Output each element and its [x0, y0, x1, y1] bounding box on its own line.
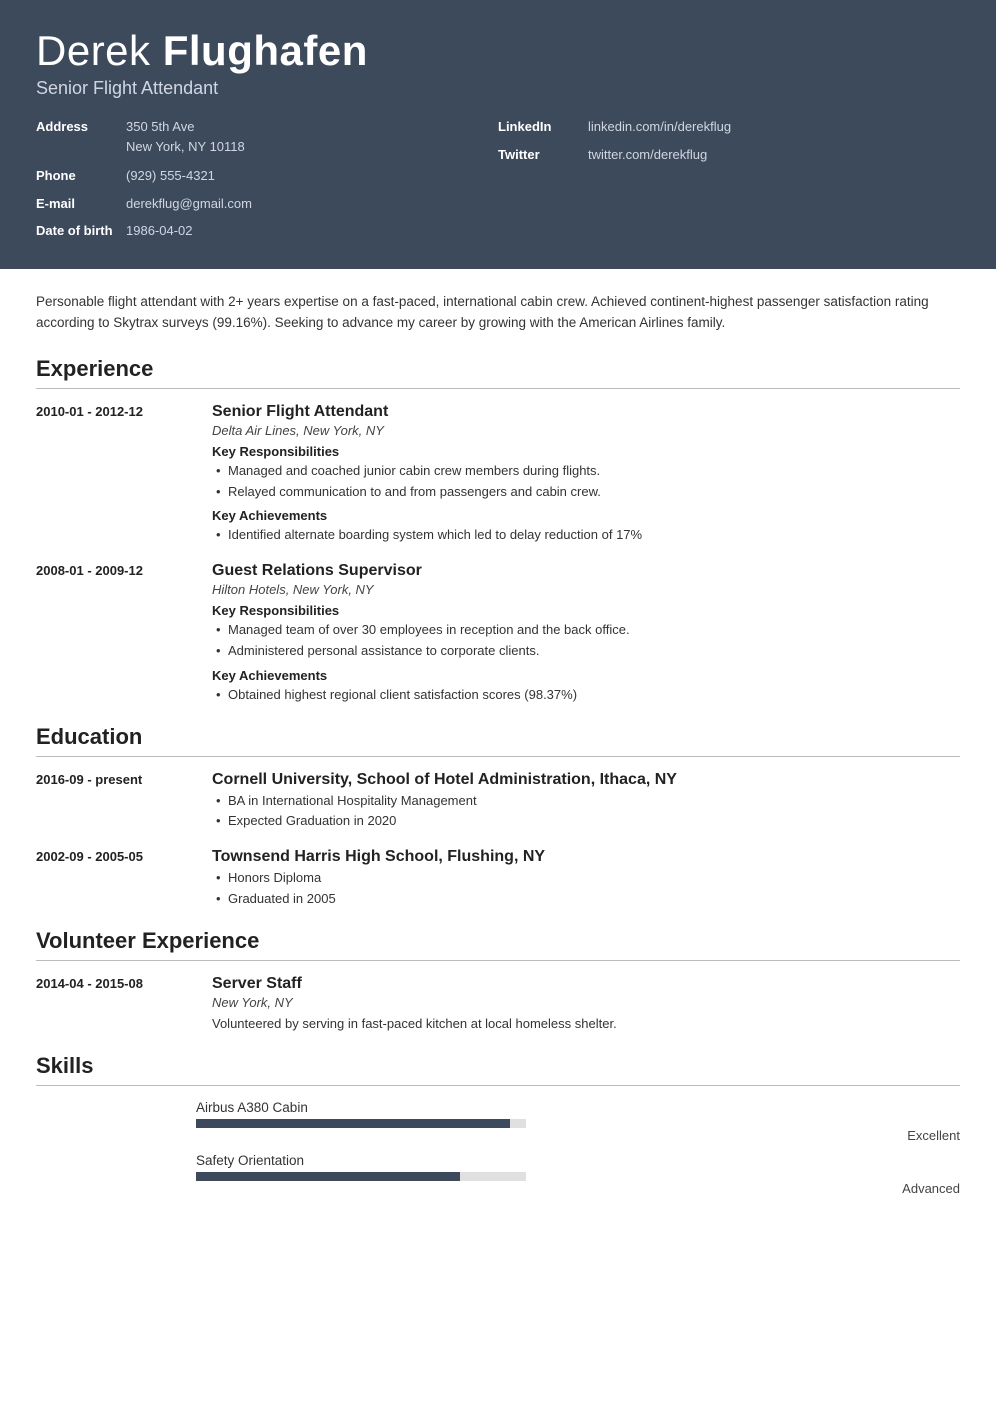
education-section: Education 2016-09 - present Cornell Univ…: [36, 724, 960, 910]
skill-item-1: Safety Orientation Advanced: [36, 1153, 960, 1196]
dob-label: Date of birth: [36, 221, 126, 241]
exp-resp-label-0: Key Responsibilities: [212, 444, 960, 459]
skill-fill-0: [196, 1119, 510, 1128]
twitter-value: twitter.com/derekflug: [588, 145, 707, 165]
skill-track-1: [196, 1172, 526, 1181]
vol-date-0: 2014-04 - 2015-08: [36, 975, 196, 1035]
exp-title-0: Senior Flight Attendant: [212, 403, 960, 421]
exp-content-1: Guest Relations Supervisor Hilton Hotels…: [212, 562, 960, 705]
exp-ach-list-1: Obtained highest regional client satisfa…: [212, 685, 960, 706]
skills-section: Skills Airbus A380 Cabin Excellent Safet…: [36, 1053, 960, 1196]
skill-track-0: [196, 1119, 526, 1128]
edu-bullet-list-0: BA in International Hospitality Manageme…: [212, 791, 960, 833]
list-item: Graduated in 2005: [214, 889, 960, 910]
skill-name-1: Safety Orientation: [196, 1153, 960, 1168]
address-label: Address: [36, 117, 126, 137]
list-item: Managed team of over 30 employees in rec…: [214, 620, 960, 641]
phone-label: Phone: [36, 166, 126, 186]
skill-fill-1: [196, 1172, 460, 1181]
email-label: E-mail: [36, 194, 126, 214]
skill-name-0: Airbus A380 Cabin: [196, 1100, 960, 1115]
twitter-label: Twitter: [498, 145, 588, 165]
full-name: Derek Flughafen: [36, 28, 960, 74]
list-item: Relayed communication to and from passen…: [214, 482, 960, 503]
list-item: Obtained highest regional client satisfa…: [214, 685, 960, 706]
twitter-row: Twitter twitter.com/derekflug: [498, 145, 960, 165]
exp-content-0: Senior Flight Attendant Delta Air Lines,…: [212, 403, 960, 546]
list-item: BA in International Hospitality Manageme…: [214, 791, 960, 812]
email-row: E-mail derekflug@gmail.com: [36, 194, 498, 214]
vol-desc-0: Volunteered by serving in fast-paced kit…: [212, 1014, 960, 1035]
exp-subtitle-1: Hilton Hotels, New York, NY: [212, 582, 960, 597]
experience-section: Experience 2010-01 - 2012-12 Senior Flig…: [36, 356, 960, 706]
name-block: Derek Flughafen Senior Flight Attendant: [36, 28, 960, 99]
summary-text: Personable flight attendant with 2+ year…: [36, 291, 960, 334]
main-content: Personable flight attendant with 2+ year…: [0, 269, 996, 1244]
experience-title: Experience: [36, 356, 960, 389]
skill-bar-0: [196, 1119, 960, 1128]
contact-left: Address 350 5th Ave New York, NY 10118 P…: [36, 117, 498, 241]
linkedin-label: LinkedIn: [498, 117, 588, 137]
exp-resp-list-0: Managed and coached junior cabin crew me…: [212, 461, 960, 503]
education-title: Education: [36, 724, 960, 757]
contact-right: LinkedIn linkedin.com/in/derekflug Twitt…: [498, 117, 960, 241]
volunteer-entry-0: 2014-04 - 2015-08 Server Staff New York,…: [36, 975, 960, 1035]
vol-title-0: Server Staff: [212, 975, 960, 993]
vol-subtitle-0: New York, NY: [212, 995, 960, 1010]
dob-value: 1986-04-02: [126, 221, 193, 241]
education-entry-0: 2016-09 - present Cornell University, Sc…: [36, 771, 960, 833]
skill-level-0: Excellent: [196, 1128, 960, 1143]
exp-ach-list-0: Identified alternate boarding system whi…: [212, 525, 960, 546]
edu-title-0: Cornell University, School of Hotel Admi…: [212, 771, 960, 789]
vol-content-0: Server Staff New York, NY Volunteered by…: [212, 975, 960, 1035]
list-item: Identified alternate boarding system whi…: [214, 525, 960, 546]
address-value: 350 5th Ave New York, NY 10118: [126, 117, 245, 156]
exp-resp-label-1: Key Responsibilities: [212, 603, 960, 618]
first-name: Derek: [36, 27, 151, 74]
list-item: Honors Diploma: [214, 868, 960, 889]
linkedin-row: LinkedIn linkedin.com/in/derekflug: [498, 117, 960, 137]
skill-item-0: Airbus A380 Cabin Excellent: [36, 1100, 960, 1143]
last-name: Flughafen: [163, 27, 368, 74]
exp-ach-label-0: Key Achievements: [212, 508, 960, 523]
list-item: Managed and coached junior cabin crew me…: [214, 461, 960, 482]
volunteer-section: Volunteer Experience 2014-04 - 2015-08 S…: [36, 928, 960, 1035]
linkedin-value: linkedin.com/in/derekflug: [588, 117, 731, 137]
edu-date-0: 2016-09 - present: [36, 771, 196, 833]
phone-row: Phone (929) 555-4321: [36, 166, 498, 186]
list-item: Administered personal assistance to corp…: [214, 641, 960, 662]
edu-title-1: Townsend Harris High School, Flushing, N…: [212, 848, 960, 866]
phone-value: (929) 555-4321: [126, 166, 215, 186]
exp-resp-list-1: Managed team of over 30 employees in rec…: [212, 620, 960, 662]
email-value: derekflug@gmail.com: [126, 194, 252, 214]
exp-date-1: 2008-01 - 2009-12: [36, 562, 196, 705]
job-title: Senior Flight Attendant: [36, 78, 960, 99]
education-entry-1: 2002-09 - 2005-05 Townsend Harris High S…: [36, 848, 960, 910]
edu-content-1: Townsend Harris High School, Flushing, N…: [212, 848, 960, 910]
address-row: Address 350 5th Ave New York, NY 10118: [36, 117, 498, 156]
exp-subtitle-0: Delta Air Lines, New York, NY: [212, 423, 960, 438]
list-item: Expected Graduation in 2020: [214, 811, 960, 832]
header: Derek Flughafen Senior Flight Attendant …: [0, 0, 996, 269]
dob-row: Date of birth 1986-04-02: [36, 221, 498, 241]
edu-content-0: Cornell University, School of Hotel Admi…: [212, 771, 960, 833]
edu-bullet-list-1: Honors Diploma Graduated in 2005: [212, 868, 960, 910]
skills-title: Skills: [36, 1053, 960, 1086]
exp-title-1: Guest Relations Supervisor: [212, 562, 960, 580]
experience-entry-1: 2008-01 - 2009-12 Guest Relations Superv…: [36, 562, 960, 705]
contact-info: Address 350 5th Ave New York, NY 10118 P…: [36, 117, 960, 241]
edu-date-1: 2002-09 - 2005-05: [36, 848, 196, 910]
exp-date-0: 2010-01 - 2012-12: [36, 403, 196, 546]
volunteer-title: Volunteer Experience: [36, 928, 960, 961]
skill-level-1: Advanced: [196, 1181, 960, 1196]
exp-ach-label-1: Key Achievements: [212, 668, 960, 683]
experience-entry-0: 2010-01 - 2012-12 Senior Flight Attendan…: [36, 403, 960, 546]
skill-bar-1: [196, 1172, 960, 1181]
